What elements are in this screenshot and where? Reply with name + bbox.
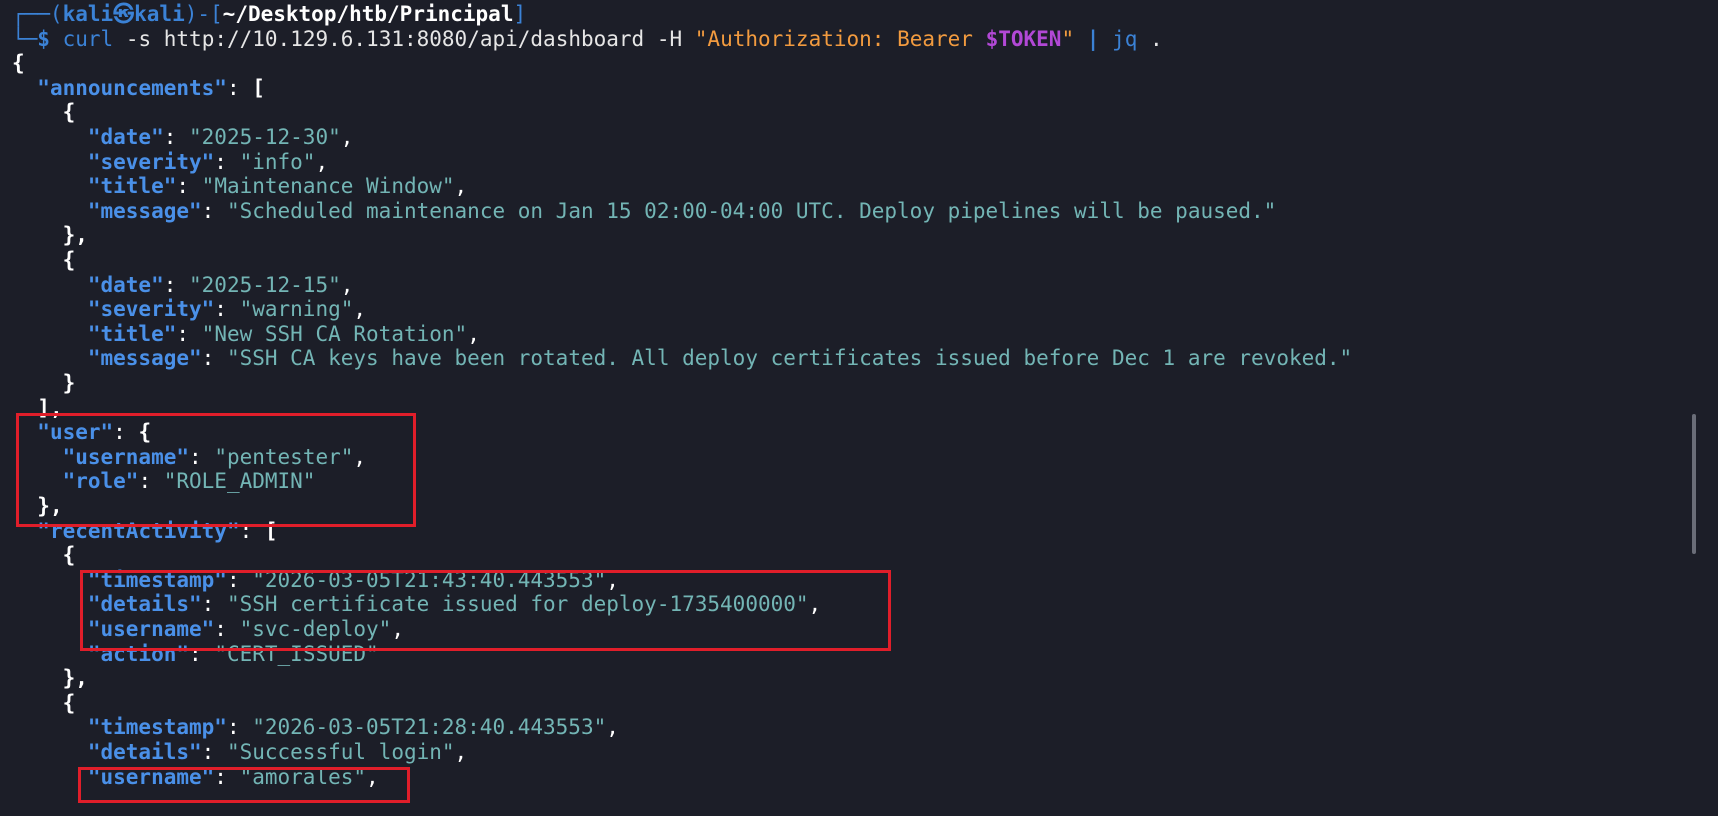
json-field: "message": "Scheduled maintenance on Jan… <box>87 198 1277 223</box>
json-field: "title": "Maintenance Window", <box>87 174 468 199</box>
json-value: "New SSH CA Rotation" <box>201 321 468 346</box>
json-key: "action" <box>87 641 190 666</box>
json-value: "SSH certificate issued for deploy-17354… <box>226 592 809 617</box>
prompt-frame-top: ┌──( <box>12 2 63 26</box>
json-key: "message" <box>87 198 202 223</box>
json-key: "severity" <box>87 149 215 174</box>
json-value: "Maintenance Window" <box>201 174 455 199</box>
json-field: "date": "2025-12-15", <box>87 272 354 297</box>
command-program: curl <box>62 26 114 51</box>
json-brace: }, <box>62 223 88 248</box>
json-field: "date": "2025-12-30", <box>87 125 354 149</box>
prompt-line: ┌──(kali㉿kali)-[~/Desktop/htb/Principal] <box>12 2 526 26</box>
json-value: "ROLE_ADMIN" <box>163 469 316 494</box>
json-value: "Successful login" <box>226 740 455 764</box>
json-field: "severity": "info", <box>87 149 329 174</box>
json-key: "recentActivity" <box>37 518 240 543</box>
json-value: "SSH CA keys have been rotated. All depl… <box>226 346 1353 371</box>
json-field: "details": "Successful login", <box>87 740 468 764</box>
json-field: "role": "ROLE_ADMIN" <box>62 469 316 494</box>
json-field: "message": "SSH CA keys have been rotate… <box>87 346 1353 371</box>
json-key: "username" <box>87 764 215 789</box>
json-field: "timestamp": "2026-03-05T21:43:40.443553… <box>87 567 619 592</box>
json-key: "username" <box>87 617 215 641</box>
json-key: "date" <box>87 272 164 297</box>
command-header-open: "Authorization: Bearer <box>694 26 986 51</box>
json-value: "CERT_ISSUED" <box>214 641 379 666</box>
json-field: "details": "SSH certificate issued for d… <box>87 592 822 617</box>
command-jq: jq <box>1112 26 1138 51</box>
json-field: "timestamp": "2026-03-05T21:28:40.443553… <box>87 715 619 740</box>
json-brace: { <box>62 543 76 568</box>
json-brace: }, <box>62 666 88 691</box>
json-key: "timestamp" <box>87 567 227 592</box>
json-recent-line: "recentActivity": [ <box>37 518 278 543</box>
json-value: "warning" <box>239 297 354 322</box>
json-key: "announcements" <box>37 75 227 100</box>
json-key: "title" <box>87 321 177 346</box>
json-brace: ], <box>37 395 63 420</box>
json-value: "svc-deploy" <box>239 617 392 641</box>
json-key: "details" <box>87 740 202 764</box>
json-value: "pentester" <box>214 444 354 469</box>
prompt-cwd: ~/Desktop/htb/Principal <box>222 2 514 26</box>
json-value: "2026-03-05T21:28:40.443553" <box>252 715 607 740</box>
json-key: "username" <box>62 444 190 469</box>
json-key: "severity" <box>87 297 215 322</box>
json-field: "username": "svc-deploy", <box>87 617 404 641</box>
terminal-scrollbar[interactable] <box>1692 414 1696 554</box>
json-brace: { <box>62 100 76 125</box>
prompt-user-host: kali㉿kali <box>62 2 185 26</box>
prompt-bracket-end: ] <box>513 2 527 26</box>
json-key: "date" <box>87 125 164 149</box>
json-value: "Scheduled maintenance on Jan 15 02:00-0… <box>226 198 1277 223</box>
json-brace: } <box>62 371 76 395</box>
json-brace: }, <box>37 494 63 518</box>
command-jq-arg: . <box>1137 26 1163 51</box>
prompt-dollar: $ <box>37 26 50 51</box>
json-key: "details" <box>87 592 202 617</box>
prompt-frame-bottom: └─ <box>12 26 38 51</box>
command-line[interactable]: └─$ curl -s http://10.129.6.131:8080/api… <box>12 27 1163 51</box>
json-value: "2026-03-05T21:43:40.443553" <box>252 567 607 592</box>
json-field: "title": "New SSH CA Rotation", <box>87 321 480 346</box>
terminal-window[interactable]: ┌──(kali㉿kali)-[~/Desktop/htb/Principal]… <box>0 0 1700 816</box>
json-value: "2025-12-15" <box>189 272 341 297</box>
json-value: "2025-12-30" <box>189 125 341 149</box>
prompt-bracket: )-[ <box>184 2 223 26</box>
command-pipe: | <box>1086 26 1100 51</box>
json-field: "action": "CERT_ISSUED" <box>87 641 379 666</box>
json-open-brace: { <box>12 51 25 76</box>
command-header-close: " <box>1061 26 1075 51</box>
json-user-line: "user": { <box>37 420 152 445</box>
json-announcements-line: "announcements": [ <box>37 75 265 100</box>
json-field: "severity": "warning", <box>87 297 367 322</box>
json-field: "username": "pentester", <box>62 444 367 469</box>
json-key: "timestamp" <box>87 715 227 740</box>
command-header-var: $TOKEN <box>985 26 1062 51</box>
json-key: "role" <box>62 469 139 494</box>
json-brace: { <box>62 248 76 272</box>
json-brace: { <box>62 690 76 715</box>
json-key: "message" <box>87 346 202 371</box>
json-key: "user" <box>37 420 114 445</box>
json-key: "title" <box>87 174 177 199</box>
json-field: "username": "amorales", <box>87 764 379 789</box>
json-value: "amorales" <box>239 764 367 789</box>
json-value: "info" <box>239 149 316 174</box>
command-args: -s http://10.129.6.131:8080/api/dashboar… <box>113 26 695 51</box>
